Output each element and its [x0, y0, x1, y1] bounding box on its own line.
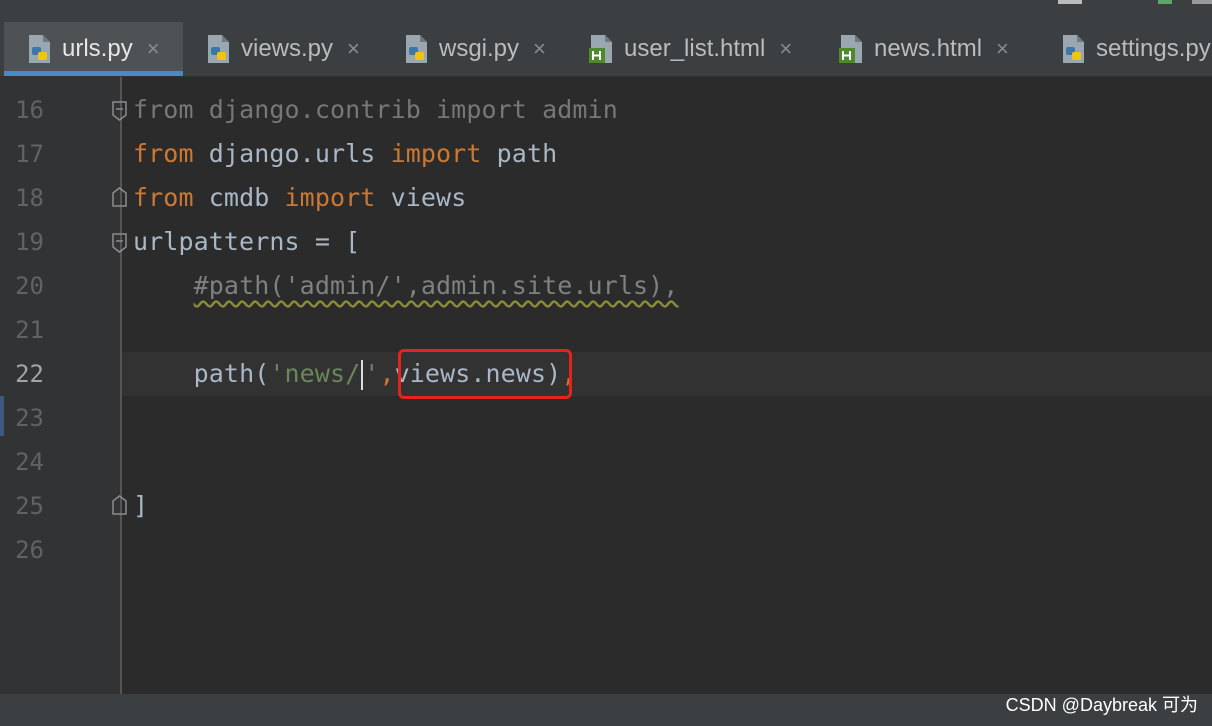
module-name: django.contrib: [193, 95, 437, 124]
close-icon[interactable]: ×: [996, 36, 1009, 62]
module-name: django.urls: [193, 139, 391, 168]
toolbar-mark: [1058, 0, 1082, 4]
line-number: 23: [15, 404, 44, 432]
python-file-icon: [205, 34, 233, 64]
line-number-current: 22: [15, 360, 44, 388]
keyword: from: [133, 183, 194, 212]
code-line-17[interactable]: from django.urls import path: [133, 132, 557, 176]
module-name: cmdb: [193, 183, 285, 212]
code-line-16[interactable]: from django.contrib import admin: [133, 88, 618, 132]
code-line-18[interactable]: from cmdb import views: [133, 176, 466, 220]
close-icon[interactable]: ×: [147, 36, 160, 62]
line-number: 17: [15, 140, 44, 168]
tab-views-py[interactable]: views.py ×: [183, 22, 381, 76]
toolbar-mark-right: [1192, 0, 1212, 4]
function-call: path(: [193, 359, 270, 388]
line-number: 18: [15, 184, 44, 212]
tab-news-html[interactable]: news.html ×: [816, 22, 1038, 76]
tab-wsgi-py[interactable]: wsgi.py ×: [381, 22, 566, 76]
close-icon[interactable]: ×: [347, 36, 360, 62]
code-editor[interactable]: 16 17 18 19 20 21 22 23 24 25 26 from dj…: [0, 77, 1212, 694]
python-file-icon: [26, 34, 54, 64]
tab-label: user_list.html: [624, 35, 766, 62]
python-file-icon: [403, 34, 431, 64]
title-strip: [0, 0, 1212, 22]
keyword: import: [436, 95, 527, 124]
python-file-icon: [1060, 34, 1088, 64]
html-file-icon: [588, 34, 616, 64]
fold-marker-icon[interactable]: [112, 101, 127, 121]
tab-label: settings.py: [1096, 35, 1211, 62]
keyword: from: [133, 95, 194, 124]
text-caret: [361, 360, 364, 390]
fold-end-marker-icon[interactable]: [112, 187, 127, 207]
keyword: import: [390, 139, 482, 168]
keyword: from: [133, 139, 194, 168]
tab-label: urls.py: [62, 35, 133, 62]
tab-settings-py[interactable]: settings.py: [1038, 22, 1212, 76]
watermark: CSDN @Daybreak 可为: [1005, 695, 1198, 715]
line-number: 21: [15, 316, 44, 344]
close-icon[interactable]: ×: [779, 36, 792, 62]
code-line-20[interactable]: #path('admin/',admin.site.urls),: [133, 264, 679, 308]
line-number: 19: [15, 228, 44, 256]
code-line-19[interactable]: urlpatterns = [: [133, 220, 360, 264]
code-line-25[interactable]: ]: [133, 484, 148, 528]
fold-marker-icon[interactable]: [112, 233, 127, 253]
string-literal: 'news/: [269, 359, 361, 388]
line-number: 24: [15, 448, 44, 476]
tab-label: views.py: [241, 35, 334, 62]
fold-end-marker-icon[interactable]: [112, 495, 127, 515]
tab-label: wsgi.py: [439, 35, 520, 62]
tab-user-list-html[interactable]: user_list.html ×: [566, 22, 816, 76]
import-name: views: [375, 183, 467, 212]
line-number: 20: [15, 272, 44, 300]
comment: #path('admin/',admin.site.urls),: [193, 271, 679, 300]
editor-tab-bar: urls.py × views.py × wsgi.py × user_list…: [0, 22, 1212, 77]
red-highlight-box: [398, 349, 572, 399]
line-number: 16: [15, 96, 44, 124]
tab-label: news.html: [874, 35, 983, 62]
tab-urls-py[interactable]: urls.py ×: [4, 22, 183, 76]
comma: ,: [379, 359, 395, 388]
line-number: 26: [15, 536, 44, 564]
html-file-icon: [838, 34, 866, 64]
keyword: import: [284, 183, 376, 212]
import-name: admin: [526, 95, 618, 124]
string-literal-end: ': [364, 359, 380, 388]
run-status-mark: [1158, 0, 1172, 4]
close-icon[interactable]: ×: [533, 36, 546, 62]
import-name: path: [481, 139, 558, 168]
line-number: 25: [15, 492, 44, 520]
